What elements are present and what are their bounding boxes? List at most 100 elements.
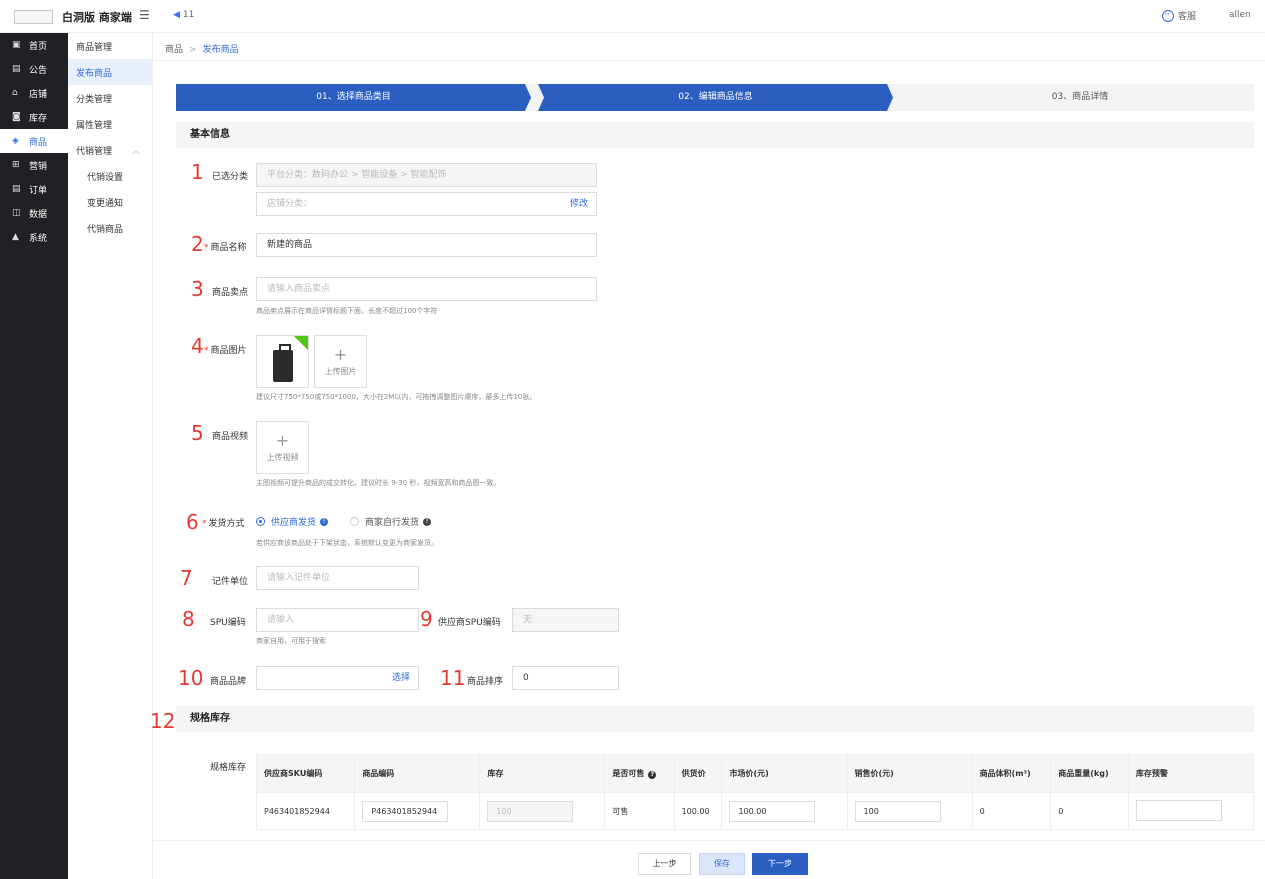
sidebar-item-marketing[interactable]: ⊞ 营销 (0, 153, 68, 177)
ship-option-supplier[interactable]: 供应商发货? (256, 515, 329, 528)
shop-category-field[interactable]: 店铺分类： 修改 (256, 192, 597, 216)
name-label: * 商品名称 (204, 240, 247, 253)
marker-4: 4 (191, 334, 204, 358)
video-hint: 主图视频可提升商品的成交转化，建议时长 9-30 秒，视频宽高和商品图一致。 (256, 479, 501, 487)
required-mark: * (204, 346, 209, 356)
col-stock: 库存 (479, 754, 606, 793)
market-price-input[interactable]: 100.00 (729, 800, 816, 822)
sidebar-item-home[interactable]: ▣ 首页 (0, 33, 68, 57)
supplier-spu-label: 供应商SPU编码 (438, 618, 501, 628)
shop-icon: ⌂ (12, 88, 18, 98)
col-product-code: 商品编码 (354, 754, 481, 793)
subnav-item-publish[interactable]: 发布商品 (68, 59, 152, 85)
subnav-item-consign-settings[interactable]: 代销设置 (68, 163, 152, 189)
product-code-input[interactable]: P463401852944 (362, 800, 449, 822)
ship-option-supplier-label: 供应商发货 (271, 518, 317, 528)
selling-point-label: 商品卖点 (212, 288, 249, 298)
spu-hint: 商家自用，可用于搜索 (256, 637, 326, 645)
notice-icon: ▤ (12, 64, 21, 74)
subnav-item-consign-goods[interactable]: 代销商品 (68, 215, 152, 241)
col-supplier-sku: 供应商SKU编码 (255, 754, 356, 793)
plus-icon: + (275, 431, 290, 450)
platform-category-field: 平台分类：数码办公 > 智能设备 > 智能配饰 (256, 163, 597, 187)
col-volume: 商品体积(m³) (971, 754, 1052, 793)
check-icon (293, 336, 308, 351)
save-button[interactable]: 保存 (699, 853, 745, 875)
subnav-item-category[interactable]: 分类管理 (68, 85, 152, 111)
cell-stock: 100 (479, 792, 606, 830)
marker-5: 5 (191, 421, 204, 445)
spu-input[interactable]: 请输入 (256, 608, 419, 632)
section-spec-stock: 规格库存 (176, 706, 1254, 732)
home-icon: ▣ (12, 40, 21, 50)
col-supply-price: 供货价 (673, 754, 723, 793)
sidebar-item-label: 库存 (29, 113, 48, 124)
sidebar-item-label: 订单 (29, 185, 48, 196)
marker-7: 7 (180, 566, 193, 590)
menu-toggle-icon[interactable]: ☰ (139, 8, 150, 22)
notice-count: 11 (182, 10, 195, 20)
sidebar-item-label: 营销 (29, 161, 48, 172)
brand-select[interactable]: 选择 (256, 666, 419, 690)
customer-service-button[interactable]: 客服 (1162, 9, 1196, 22)
required-mark: * (204, 243, 209, 253)
ship-label: * 发货方式 (202, 516, 245, 529)
subnav-item-change-notice[interactable]: 变更通知 (68, 189, 152, 215)
sidebar-item-data[interactable]: ◫ 数据 (0, 201, 68, 225)
marker-2: 2 (191, 232, 204, 256)
inventory-icon: ◙ (12, 112, 21, 122)
cell-product-code: P463401852944 (354, 792, 481, 830)
col-saleable-label: 是否可售 (612, 769, 645, 778)
breadcrumb-root[interactable]: 商品 (165, 45, 183, 55)
table-header-row: 供应商SKU编码 商品编码 库存 是否可售? 供货价 市场价(元) 销售价(元)… (255, 754, 1255, 793)
question-icon: ? (648, 771, 657, 779)
modify-link[interactable]: 修改 (570, 193, 588, 215)
sidebar-item-shop[interactable]: ⌂ 店铺 (0, 81, 68, 105)
prev-step-button[interactable]: 上一步 (638, 853, 691, 875)
step-details: 03、商品详情 (1051, 92, 1109, 102)
product-name-input[interactable]: 新建的商品 (256, 233, 597, 257)
unit-input[interactable]: 请输入记件单位 (256, 566, 419, 590)
subnav-item-consignment[interactable]: 代销管理 ︿ (68, 137, 152, 163)
sidebar-item-notice[interactable]: ▤ 公告 (0, 57, 68, 81)
sidebar-item-goods[interactable]: ◈ 商品 (0, 129, 68, 153)
image-label-text: 商品图片 (210, 346, 247, 356)
product-image-thumb[interactable] (256, 335, 309, 388)
chevron-up-icon: ︿ (132, 145, 141, 155)
cell-saleable: 可售 (604, 792, 675, 830)
upload-video-button[interactable]: + 上传视频 (256, 421, 309, 474)
cell-supplier-sku: P463401852944 (255, 792, 356, 830)
marker-8: 8 (182, 607, 195, 631)
sidebar-item-label: 系统 (29, 233, 48, 244)
section-basic-info: 基本信息 (176, 122, 1254, 148)
sort-input[interactable]: 0 (512, 666, 619, 690)
sidebar-item-order[interactable]: ▤ 订单 (0, 177, 68, 201)
stock-alert-input[interactable] (1135, 799, 1222, 821)
breadcrumb-bar: 商品 > 发布商品 (153, 33, 1265, 61)
selling-point-input[interactable]: 请输入商品卖点 (256, 277, 597, 301)
marker-6: 6 (186, 510, 199, 534)
subnav-label: 代销管理 (76, 146, 113, 157)
radio-unselected (350, 517, 359, 526)
subnav-item-attribute[interactable]: 属性管理 (68, 111, 152, 137)
brand-select-link[interactable]: 选择 (392, 667, 410, 689)
top-bar: 白洞版 商家端 ☰ ◀11 客服 allen (0, 0, 1265, 33)
sidebar-item-system[interactable]: ▲ 系统 (0, 225, 68, 249)
ship-option-merchant[interactable]: 商家自行发货? (350, 515, 432, 528)
step-select-category: 01、选择商品类目 (176, 84, 531, 111)
col-sale-price: 销售价(元) (846, 754, 973, 793)
upload-video-label: 上传视频 (266, 453, 299, 462)
cell-weight: 0 (1050, 792, 1129, 830)
chevron-right-icon: > (189, 45, 197, 55)
speaker-icon: ◀ (173, 10, 180, 20)
subnav-item-goods-manage[interactable]: 商品管理 (68, 33, 152, 59)
sale-price-input[interactable]: 100 (854, 800, 941, 822)
plus-icon: + (333, 345, 348, 364)
chat-icon (1162, 10, 1174, 22)
notice-button[interactable]: ◀ 11 (173, 10, 194, 20)
user-name[interactable]: allen (1229, 10, 1251, 20)
next-step-button[interactable]: 下一步 (752, 853, 808, 875)
upload-image-button[interactable]: + 上传图片 (314, 335, 367, 388)
sidebar-item-inventory[interactable]: ◙ 库存 (0, 105, 68, 129)
sub-navigation: 商品管理 发布商品 分类管理 属性管理 代销管理 ︿ 代销设置 变更通知 代销商品 (68, 33, 153, 879)
